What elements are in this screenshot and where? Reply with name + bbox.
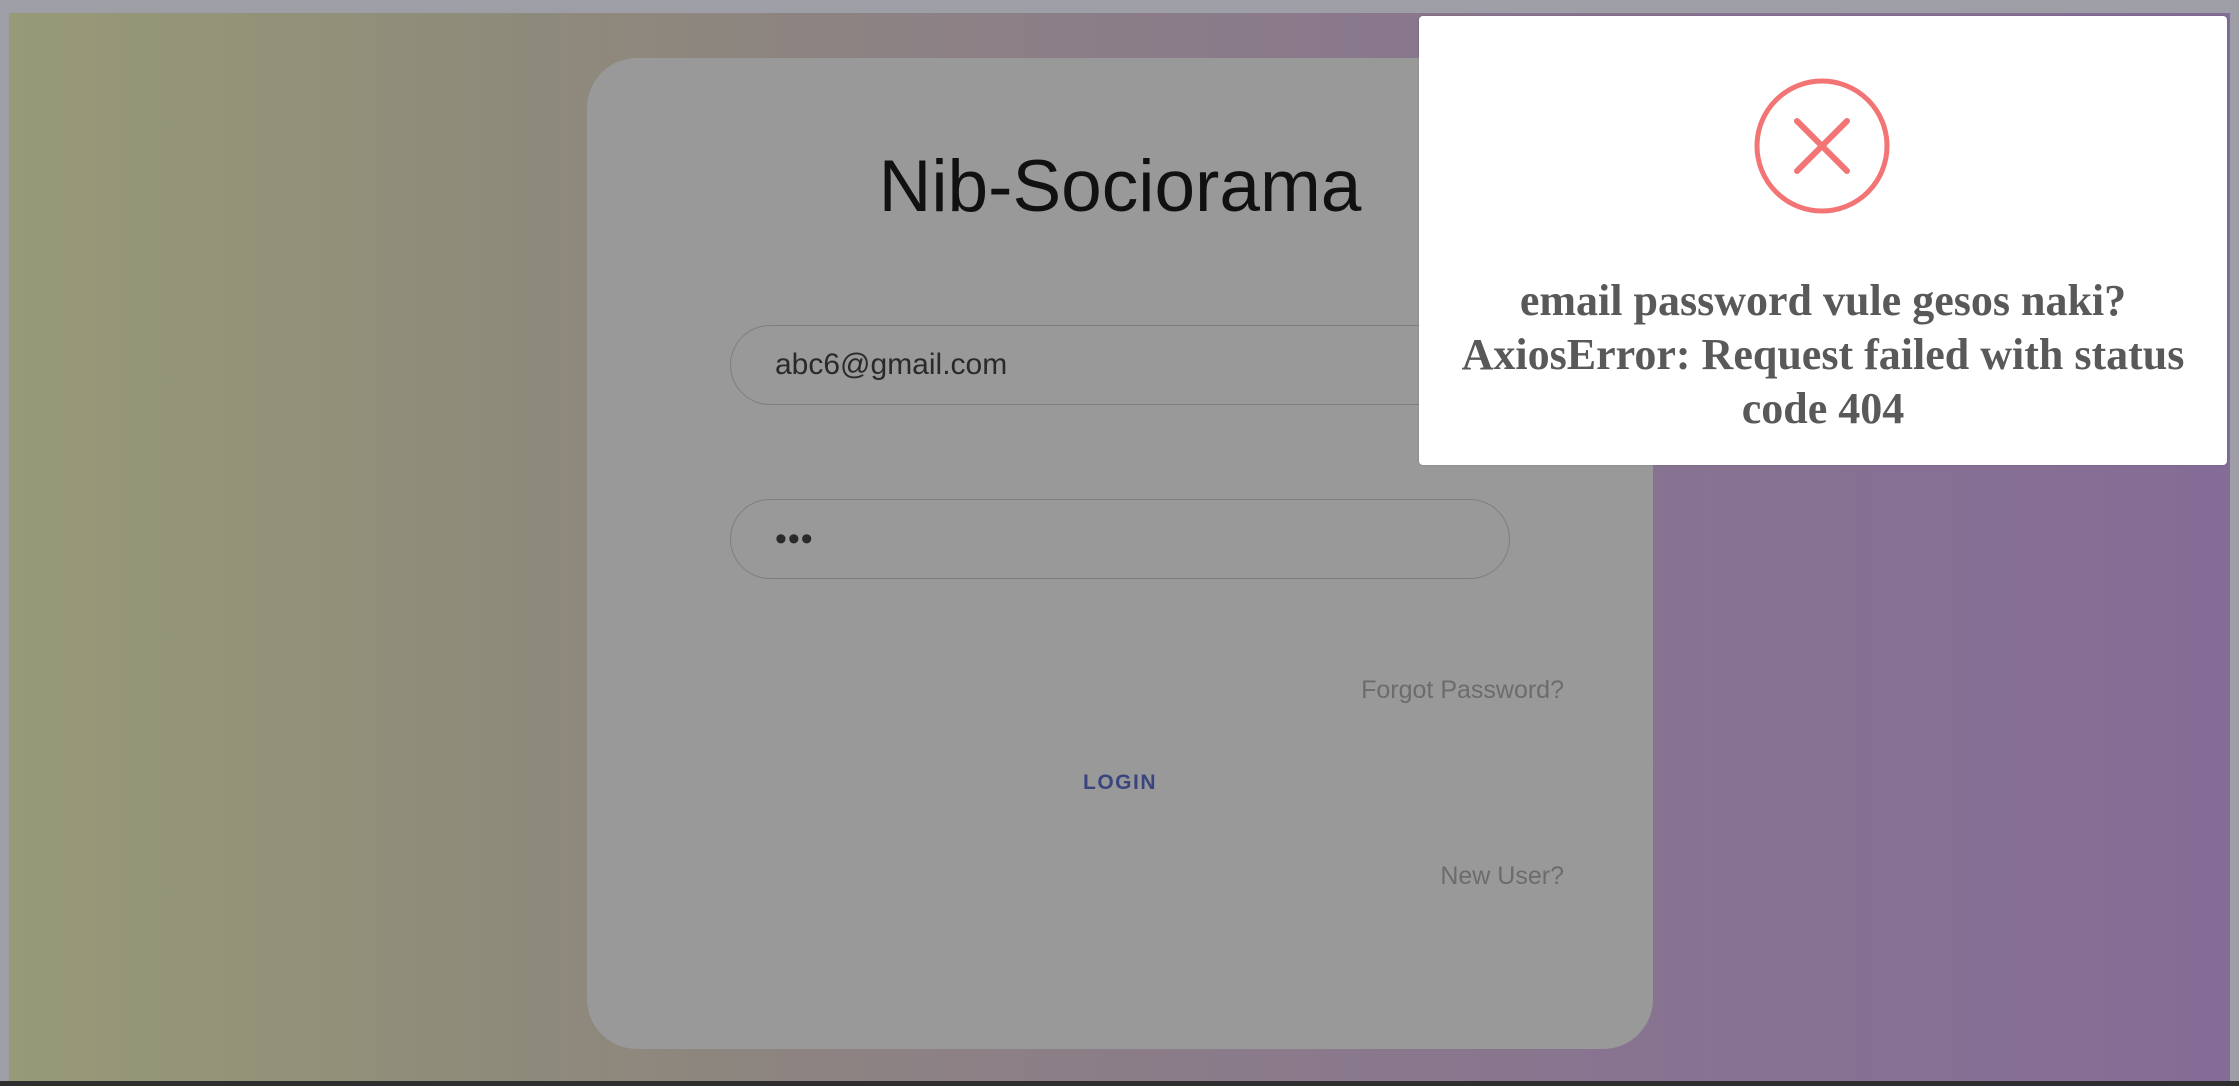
new-user-link[interactable]: New User? xyxy=(1440,862,1564,891)
password-input[interactable] xyxy=(730,499,1510,579)
login-button[interactable]: LOGIN xyxy=(1070,758,1170,808)
bottom-edge xyxy=(0,1081,2239,1086)
alert-message: email password vule gesos naki? AxiosErr… xyxy=(1461,276,2185,433)
error-alert-popup: email password vule gesos naki? AxiosErr… xyxy=(1419,16,2227,465)
forgot-password-link[interactable]: Forgot Password? xyxy=(1361,676,1564,705)
error-x-circle-icon xyxy=(1754,78,1890,214)
browser-viewport: Nib-Sociorama Forgot Password? LOGIN New… xyxy=(0,0,2239,1086)
email-input[interactable] xyxy=(730,325,1510,405)
